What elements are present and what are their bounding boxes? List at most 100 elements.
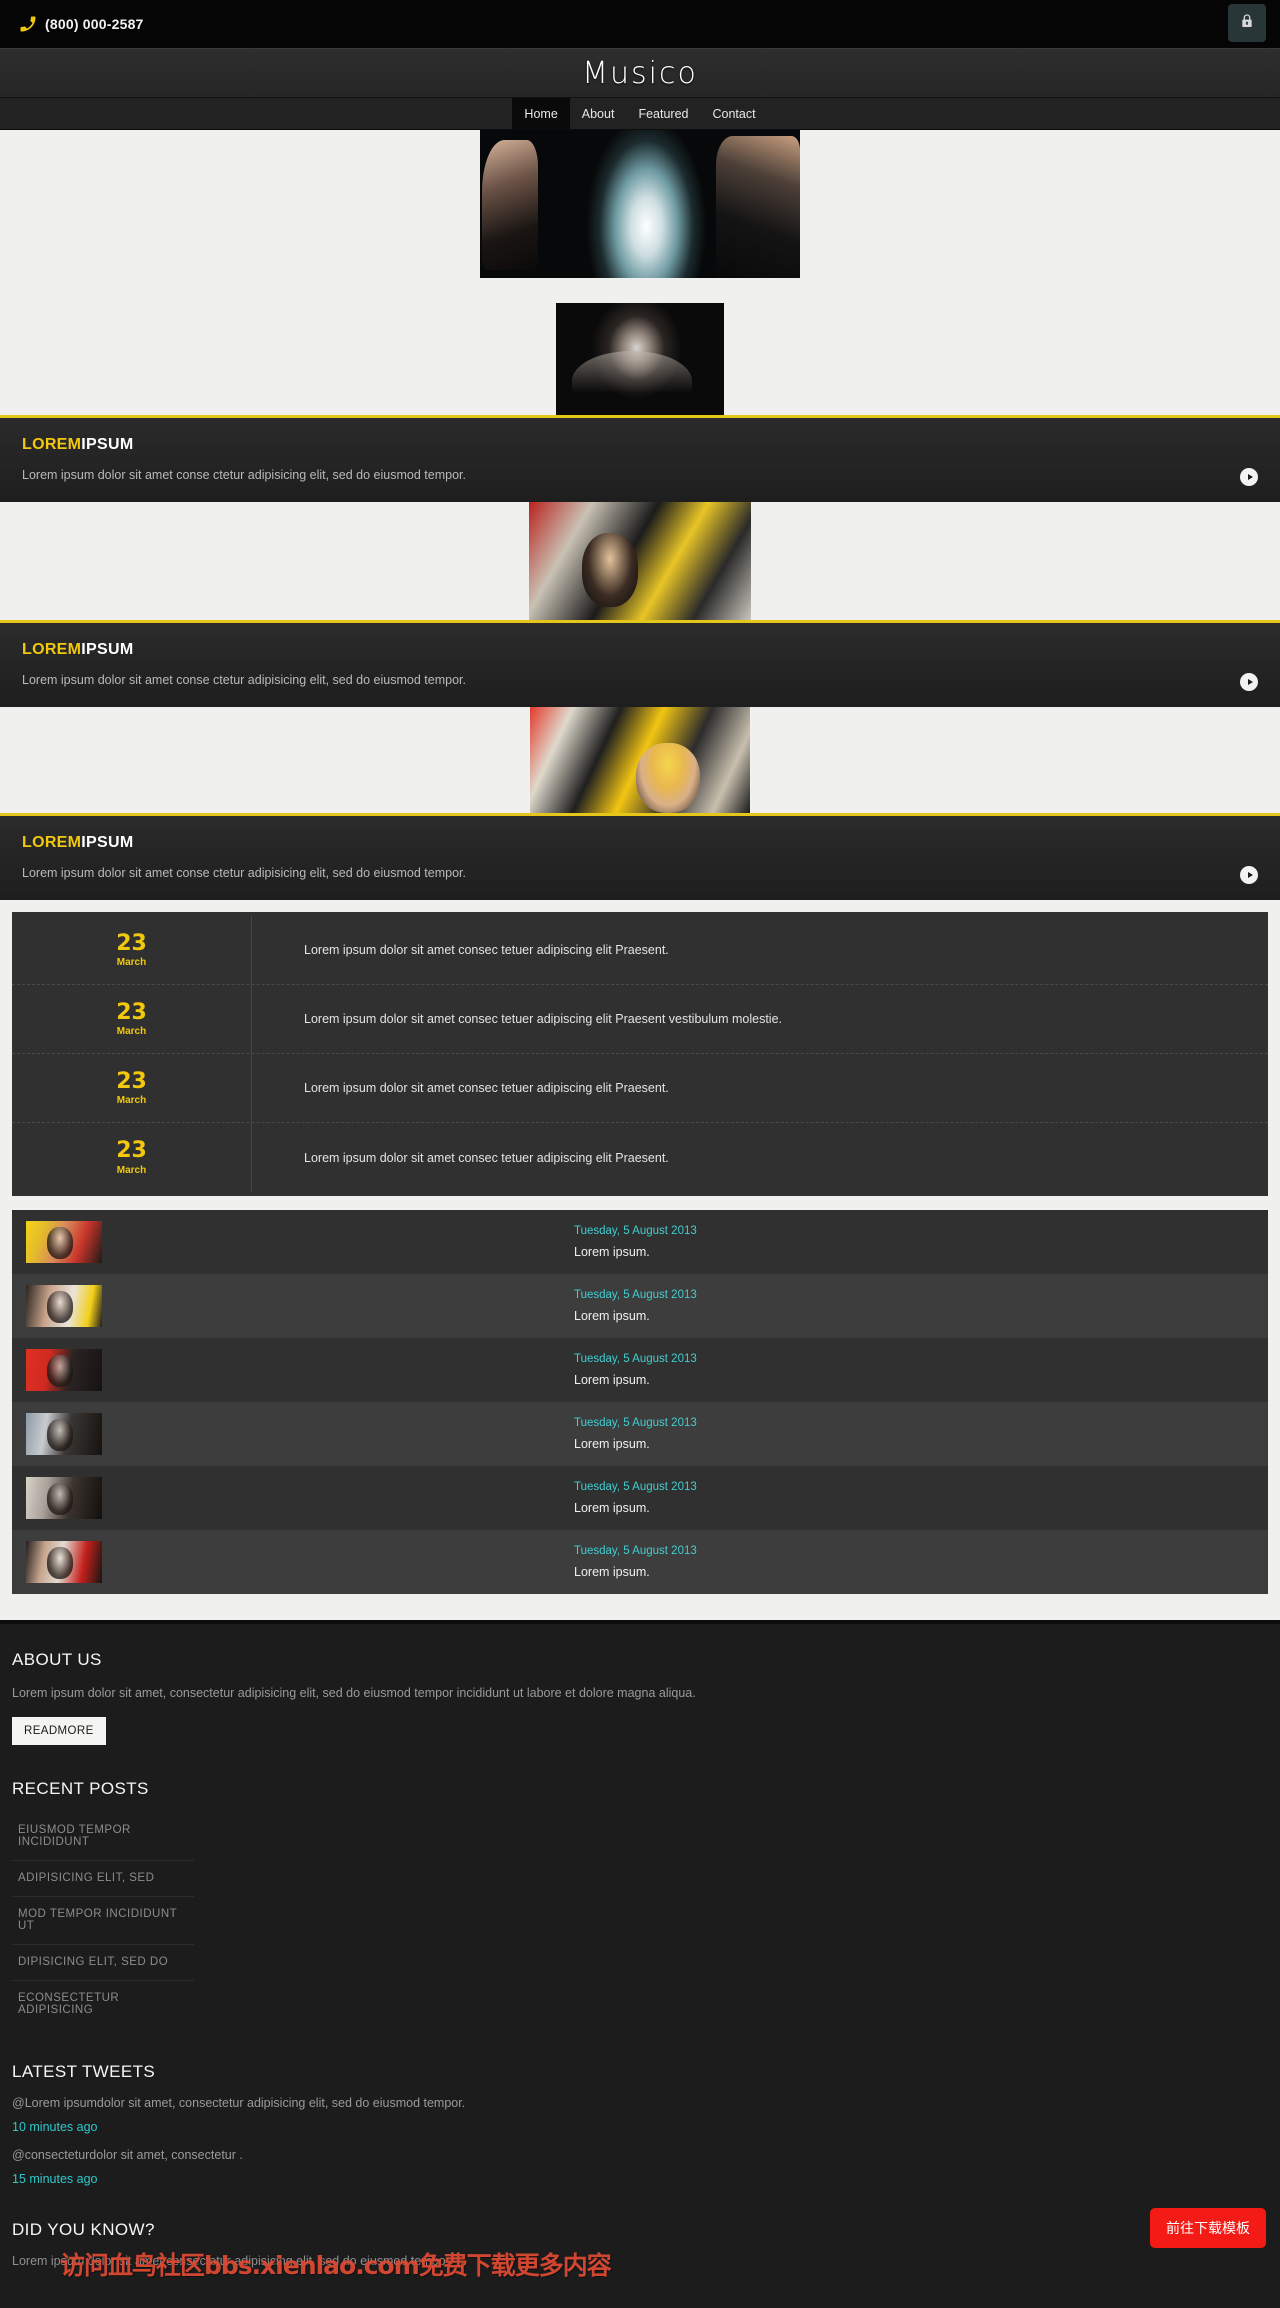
hero-image-band[interactable] bbox=[530, 707, 750, 813]
recent-post-item[interactable]: DIPISICING ELIT, SED DO bbox=[12, 1945, 194, 1982]
event-date-cell: 23 March bbox=[12, 1123, 252, 1192]
event-month: March bbox=[116, 1164, 147, 1176]
list-item[interactable]: Tuesday, 5 August 2013 Lorem ipsum. bbox=[12, 1210, 1268, 1274]
feature-banner-3[interactable]: LOREMIPSUM Lorem ipsum dolor sit amet co… bbox=[0, 813, 1280, 900]
about-us-text: Lorem ipsum dolor sit amet, consectetur … bbox=[12, 1686, 696, 1700]
play-arrow-icon[interactable] bbox=[1240, 866, 1258, 884]
recent-posts-block: RECENT POSTS EIUSMOD TEMPOR INCIDIDUNT A… bbox=[12, 1779, 1268, 2028]
did-you-know-heading: DID YOU KNOW? bbox=[12, 2220, 155, 2240]
news-date[interactable]: Tuesday, 5 August 2013 bbox=[574, 1225, 697, 1237]
table-row[interactable]: 23 March Lorem ipsum dolor sit amet cons… bbox=[12, 985, 1268, 1054]
arrow-triangle bbox=[1247, 679, 1253, 685]
list-item[interactable]: Tuesday, 5 August 2013 Lorem ipsum. bbox=[12, 1530, 1268, 1594]
news-thumbnail[interactable] bbox=[26, 1413, 102, 1455]
hero-image-rapper[interactable] bbox=[529, 502, 751, 620]
did-you-know-block: DID YOU KNOW? Lorem ipsum dolor sit amet… bbox=[12, 2220, 1268, 2268]
events-section: 23 March Lorem ipsum dolor sit amet cons… bbox=[0, 900, 1280, 1196]
news-date[interactable]: Tuesday, 5 August 2013 bbox=[574, 1353, 697, 1365]
gallery-band-1 bbox=[0, 130, 1280, 415]
news-thumbnail[interactable] bbox=[26, 1349, 102, 1391]
play-arrow-icon[interactable] bbox=[1240, 468, 1258, 486]
table-row[interactable]: 23 March Lorem ipsum dolor sit amet cons… bbox=[12, 916, 1268, 985]
news-date[interactable]: Tuesday, 5 August 2013 bbox=[574, 1481, 697, 1493]
event-day: 23 bbox=[116, 930, 147, 956]
banner-title-white: IPSUM bbox=[81, 834, 134, 851]
site-logo[interactable]: Musico bbox=[582, 56, 698, 91]
lock-icon bbox=[1239, 12, 1255, 34]
news-body: Tuesday, 5 August 2013 Lorem ipsum. bbox=[102, 1545, 697, 1579]
list-item[interactable]: Tuesday, 5 August 2013 Lorem ipsum. bbox=[12, 1274, 1268, 1338]
event-text: Lorem ipsum dolor sit amet consec tetuer… bbox=[304, 1012, 782, 1026]
download-template-button[interactable]: 前往下载模板 bbox=[1150, 2208, 1266, 2249]
banner-title: LOREMIPSUM bbox=[22, 641, 1258, 659]
readmore-button[interactable]: READMORE bbox=[12, 1717, 106, 1746]
news-section: Tuesday, 5 August 2013 Lorem ipsum. Tues… bbox=[0, 1196, 1280, 1620]
event-day: 23 bbox=[116, 1068, 147, 1094]
recent-post-item[interactable]: MOD TEMPOR INCIDIDUNT UT bbox=[12, 1897, 194, 1946]
nav-item-about[interactable]: About bbox=[570, 98, 627, 129]
event-text: Lorem ipsum dolor sit amet consec tetuer… bbox=[304, 1150, 669, 1165]
gallery-row-2 bbox=[0, 278, 1280, 415]
tweet-timestamp[interactable]: 10 minutes ago bbox=[12, 2120, 1268, 2134]
lock-button[interactable] bbox=[1228, 4, 1266, 42]
phone-block: (800) 000-2587 bbox=[18, 14, 144, 34]
feature-banner-2[interactable]: LOREMIPSUM Lorem ipsum dolor sit amet co… bbox=[0, 620, 1280, 707]
recent-posts-list: EIUSMOD TEMPOR INCIDIDUNT ADIPISICING EL… bbox=[12, 1813, 1268, 2028]
banner-description: Lorem ipsum dolor sit amet conse ctetur … bbox=[22, 468, 466, 482]
gallery-row-3 bbox=[0, 502, 1280, 620]
list-item[interactable]: Tuesday, 5 August 2013 Lorem ipsum. bbox=[12, 1402, 1268, 1466]
recent-post-item[interactable]: EIUSMOD TEMPOR INCIDIDUNT bbox=[12, 1813, 194, 1862]
news-list: Tuesday, 5 August 2013 Lorem ipsum. Tues… bbox=[12, 1210, 1268, 1594]
feature-banner-1[interactable]: LOREMIPSUM Lorem ipsum dolor sit amet co… bbox=[0, 415, 1280, 502]
tweet-timestamp[interactable]: 15 minutes ago bbox=[12, 2172, 1268, 2186]
news-date[interactable]: Tuesday, 5 August 2013 bbox=[574, 1289, 697, 1301]
news-body: Tuesday, 5 August 2013 Lorem ipsum. bbox=[102, 1417, 697, 1451]
main-navigation: Home About Featured Contact bbox=[0, 98, 1280, 130]
banner-title-white: IPSUM bbox=[81, 436, 134, 453]
news-date[interactable]: Tuesday, 5 August 2013 bbox=[574, 1417, 697, 1429]
news-title: Lorem ipsum. bbox=[574, 1309, 650, 1323]
news-thumbnail[interactable] bbox=[26, 1541, 102, 1583]
news-title: Lorem ipsum. bbox=[574, 1501, 650, 1515]
hero-image-concert[interactable] bbox=[480, 130, 800, 278]
news-body: Tuesday, 5 August 2013 Lorem ipsum. bbox=[102, 1481, 697, 1515]
events-list: 23 March Lorem ipsum dolor sit amet cons… bbox=[12, 912, 1268, 1196]
list-item[interactable]: Tuesday, 5 August 2013 Lorem ipsum. bbox=[12, 1466, 1268, 1530]
news-body: Tuesday, 5 August 2013 Lorem ipsum. bbox=[102, 1225, 697, 1259]
did-you-know-text: Lorem ipsum dolor sit amet consectetur a… bbox=[12, 2254, 446, 2269]
news-thumbnail[interactable] bbox=[26, 1477, 102, 1519]
recent-post-item[interactable]: ADIPISICING ELIT, SED bbox=[12, 1861, 194, 1898]
hero-image-singer[interactable] bbox=[556, 303, 724, 415]
banner-title: LOREMIPSUM bbox=[22, 834, 1258, 852]
event-date-cell: 23 March bbox=[12, 916, 252, 984]
news-thumbnail[interactable] bbox=[26, 1285, 102, 1327]
event-text: Lorem ipsum dolor sit amet consec tetuer… bbox=[304, 943, 669, 957]
banner-description: Lorem ipsum dolor sit amet conse ctetur … bbox=[22, 673, 466, 687]
latest-tweets-block: LATEST TWEETS @Lorem ipsumdolor sit amet… bbox=[12, 2062, 1268, 2186]
banner-title-yellow: LOREM bbox=[22, 641, 82, 658]
phone-number[interactable]: (800) 000-2587 bbox=[45, 16, 144, 32]
list-item[interactable]: Tuesday, 5 August 2013 Lorem ipsum. bbox=[12, 1338, 1268, 1402]
news-thumbnail[interactable] bbox=[26, 1221, 102, 1263]
banner-title-yellow: LOREM bbox=[22, 834, 82, 851]
event-month: March bbox=[116, 1095, 147, 1107]
latest-tweets-heading: LATEST TWEETS bbox=[12, 2062, 156, 2082]
table-row[interactable]: 23 March Lorem ipsum dolor sit amet cons… bbox=[12, 1123, 1268, 1192]
news-body: Tuesday, 5 August 2013 Lorem ipsum. bbox=[102, 1353, 697, 1387]
recent-post-item[interactable]: ECONSECTETUR ADIPISICING bbox=[12, 1981, 194, 2028]
nav-item-home[interactable]: Home bbox=[512, 98, 570, 129]
table-row[interactable]: 23 March Lorem ipsum dolor sit amet cons… bbox=[12, 1054, 1268, 1123]
news-title: Lorem ipsum. bbox=[574, 1245, 650, 1259]
gallery-row-4 bbox=[0, 707, 1280, 813]
nav-item-contact[interactable]: Contact bbox=[700, 98, 767, 129]
nav-item-featured[interactable]: Featured bbox=[626, 98, 700, 129]
gallery-band-3 bbox=[0, 707, 1280, 813]
gallery-band-2 bbox=[0, 502, 1280, 620]
nav-list: Home About Featured Contact bbox=[512, 98, 767, 129]
about-us-block: ABOUT US Lorem ipsum dolor sit amet, con… bbox=[12, 1650, 1268, 1746]
event-day: 23 bbox=[116, 1138, 147, 1164]
site-header: Musico bbox=[0, 48, 1280, 98]
play-arrow-icon[interactable] bbox=[1240, 673, 1258, 691]
news-body: Tuesday, 5 August 2013 Lorem ipsum. bbox=[102, 1289, 697, 1323]
news-date[interactable]: Tuesday, 5 August 2013 bbox=[574, 1545, 697, 1557]
